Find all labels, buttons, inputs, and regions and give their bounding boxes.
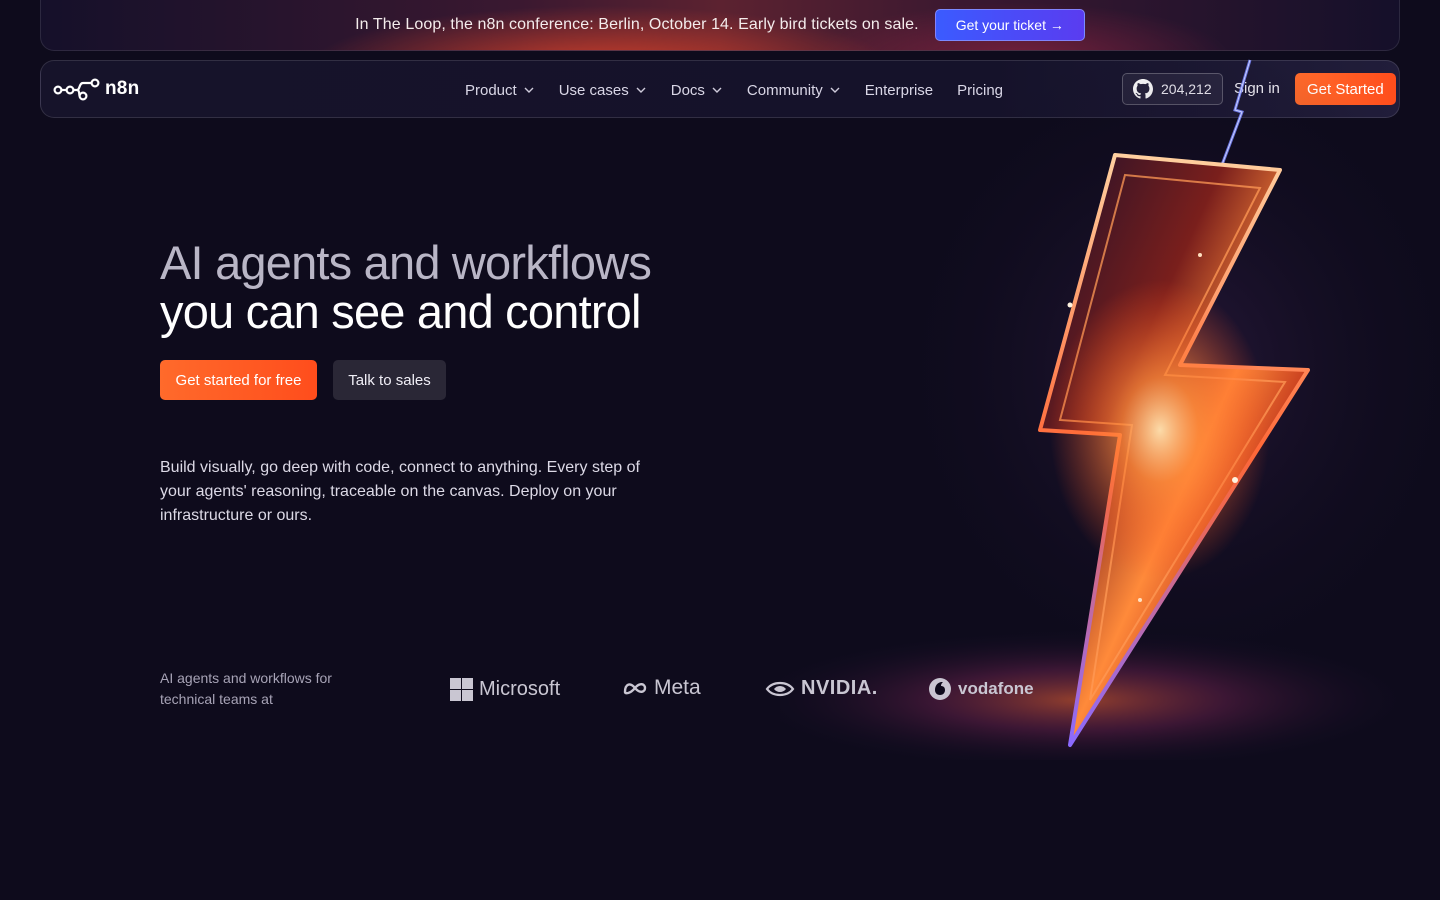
logo-wordmark: n8n (105, 78, 140, 99)
nav-product[interactable]: Product (453, 61, 547, 119)
nav-docs-label: Docs (670, 81, 705, 99)
github-star-count: 204,212 (1161, 81, 1212, 97)
trust-label: AI agents and workflows for technical te… (160, 670, 332, 707)
microsoft-icon (450, 678, 473, 701)
nav-pricing-label: Pricing (957, 81, 1004, 99)
meta-infinity-icon (623, 683, 647, 695)
nav-links: Product Use cases Docs Community Enterpr… (453, 61, 1015, 119)
get-ticket-button[interactable]: Get your ticket → (934, 8, 1085, 41)
banner-text: In The Loop, the n8n conference: Berlin,… (355, 15, 919, 33)
nvidia-eye-icon (765, 681, 795, 696)
nav-enterprise-label: Enterprise (864, 81, 934, 99)
hero-title-line2: you can see and control (160, 285, 641, 338)
logo[interactable]: n8n (53, 76, 139, 102)
hero-title-line1: AI agents and workflows (160, 236, 652, 289)
microsoft-wordmark: Microsoft (479, 678, 561, 700)
n8n-logo-icon (53, 78, 100, 101)
vodafone-logo: vodafone (928, 677, 1034, 701)
github-icon (1133, 79, 1153, 99)
get-started-button[interactable]: Get Started (1295, 73, 1396, 105)
sign-in-link[interactable]: Sign in (1234, 80, 1280, 97)
talk-to-sales-button[interactable]: Talk to sales (333, 360, 446, 400)
announcement-banner: In The Loop, the n8n conference: Berlin,… (40, 0, 1400, 51)
vodafone-speechmark-icon (929, 678, 951, 700)
nav-use-cases[interactable]: Use cases (547, 61, 659, 119)
chevron-down-icon (524, 87, 534, 93)
hero-description: Build visually, go deep with code, conne… (160, 459, 640, 524)
github-stars-button[interactable]: 204,212 (1122, 73, 1223, 105)
chevron-down-icon (636, 87, 646, 93)
nav-use-cases-label: Use cases (558, 81, 629, 99)
nav-enterprise[interactable]: Enterprise (853, 61, 945, 119)
get-started-free-button[interactable]: Get started for free (160, 360, 317, 400)
nav-community[interactable]: Community (735, 61, 853, 119)
microsoft-logo: Microsoft (450, 678, 560, 701)
lightning-bolt-illustration (780, 40, 1440, 760)
hero-title: AI agents and workflows you can see and … (160, 236, 652, 338)
chevron-down-icon (712, 87, 722, 93)
nav-product-label: Product (465, 81, 517, 99)
top-nav: n8n Product Use cases Docs Community Ent… (40, 60, 1400, 118)
nvidia-wordmark: NVIDIA. (801, 677, 878, 699)
vodafone-wordmark: vodafone (958, 679, 1034, 698)
nvidia-logo: NVIDIA. (765, 677, 878, 700)
nav-docs[interactable]: Docs (659, 61, 735, 119)
nav-pricing[interactable]: Pricing (945, 61, 1015, 119)
meta-wordmark: Meta (654, 676, 701, 699)
meta-logo: Meta (622, 676, 701, 700)
chevron-down-icon (830, 87, 840, 93)
nav-community-label: Community (746, 81, 823, 99)
